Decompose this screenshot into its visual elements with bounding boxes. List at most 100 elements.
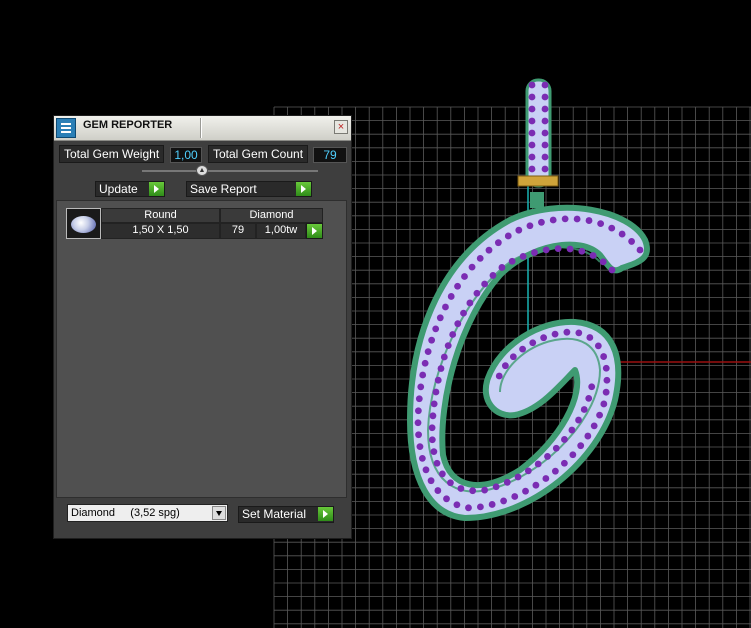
prong — [457, 485, 465, 492]
prong — [444, 342, 452, 350]
prong — [501, 362, 509, 370]
prong — [596, 411, 603, 419]
prong — [628, 238, 636, 245]
prong — [415, 395, 423, 403]
prong — [600, 400, 608, 408]
set-material-button-label: Set Material — [242, 507, 307, 521]
prong — [419, 371, 427, 379]
prong — [430, 400, 438, 408]
total-gem-weight-value: 1,00 — [170, 147, 202, 163]
prong — [534, 460, 542, 468]
prong — [453, 501, 461, 509]
prong — [597, 220, 605, 228]
material-select[interactable]: Diamond (3,52 spg) — [67, 504, 228, 522]
close-icon[interactable]: × — [334, 120, 348, 134]
prong — [427, 477, 435, 485]
prong — [600, 353, 608, 360]
prong — [618, 230, 626, 238]
green-play-arrow-icon — [149, 182, 164, 196]
prong — [528, 81, 536, 89]
prong — [468, 263, 476, 271]
prong — [528, 153, 536, 161]
update-button[interactable]: Update — [95, 181, 165, 197]
prong — [449, 331, 457, 338]
prong — [454, 282, 461, 290]
gem-reporter-app-icon — [56, 118, 76, 138]
save-report-button[interactable]: Save Report — [186, 181, 312, 197]
prong — [415, 431, 422, 439]
prong — [417, 383, 425, 391]
prong — [586, 334, 594, 341]
prong — [551, 467, 559, 475]
prong — [541, 81, 549, 89]
prong — [508, 257, 516, 265]
prong — [504, 232, 512, 240]
prong — [434, 376, 442, 384]
prong — [608, 224, 616, 232]
bail-link — [530, 192, 544, 208]
set-material-button[interactable]: Set Material — [238, 506, 334, 523]
green-play-arrow-icon — [307, 224, 322, 238]
prong — [511, 493, 519, 500]
gem-row-action-button[interactable] — [306, 223, 323, 239]
prong — [522, 487, 529, 495]
panel-divider-slider — [142, 170, 318, 172]
prong — [560, 459, 568, 467]
window-titlebar[interactable]: GEM REPORTER × — [54, 116, 351, 141]
prong — [585, 217, 593, 224]
prong — [489, 272, 497, 279]
prong — [428, 424, 436, 432]
prong — [531, 249, 538, 256]
prong — [585, 394, 593, 402]
prong — [503, 478, 511, 486]
prong — [476, 254, 484, 262]
prong — [500, 497, 508, 505]
gem-shape-header: Round — [101, 208, 220, 223]
prong — [492, 483, 500, 491]
prong — [561, 436, 568, 443]
chevron-down-icon[interactable] — [212, 506, 226, 520]
prong — [549, 216, 557, 224]
prong — [528, 141, 536, 149]
prong — [519, 253, 527, 260]
prong — [488, 501, 496, 508]
prong — [421, 359, 429, 367]
prong — [519, 345, 526, 353]
round-gem-thumbnail[interactable] — [66, 208, 101, 239]
prong — [575, 416, 582, 424]
prong — [437, 365, 445, 372]
prong — [416, 443, 424, 451]
prong — [481, 486, 489, 494]
prong — [469, 487, 477, 495]
prong — [447, 479, 454, 487]
prong — [538, 218, 545, 226]
prong — [540, 334, 548, 342]
prong — [440, 353, 448, 361]
prong — [443, 495, 450, 503]
prong — [422, 466, 430, 474]
prong — [473, 289, 481, 297]
prong — [528, 117, 536, 125]
prong — [561, 215, 569, 223]
prong — [541, 141, 549, 149]
prong — [599, 258, 607, 266]
collapse-handle[interactable]: ▲ — [196, 165, 208, 176]
prong — [447, 293, 455, 300]
prong — [526, 222, 534, 230]
prong — [528, 105, 536, 113]
prong — [603, 376, 611, 384]
prong — [584, 432, 592, 440]
prong — [577, 442, 585, 450]
prong — [578, 247, 586, 255]
prong — [541, 129, 549, 137]
prong — [509, 353, 517, 361]
prong — [542, 246, 550, 254]
window-title: GEM REPORTER — [83, 119, 173, 131]
prong — [461, 273, 468, 280]
prong — [414, 407, 422, 415]
prong — [494, 239, 502, 247]
prong — [465, 504, 472, 512]
prong — [442, 303, 449, 311]
prong — [528, 93, 536, 101]
prong — [485, 246, 493, 254]
